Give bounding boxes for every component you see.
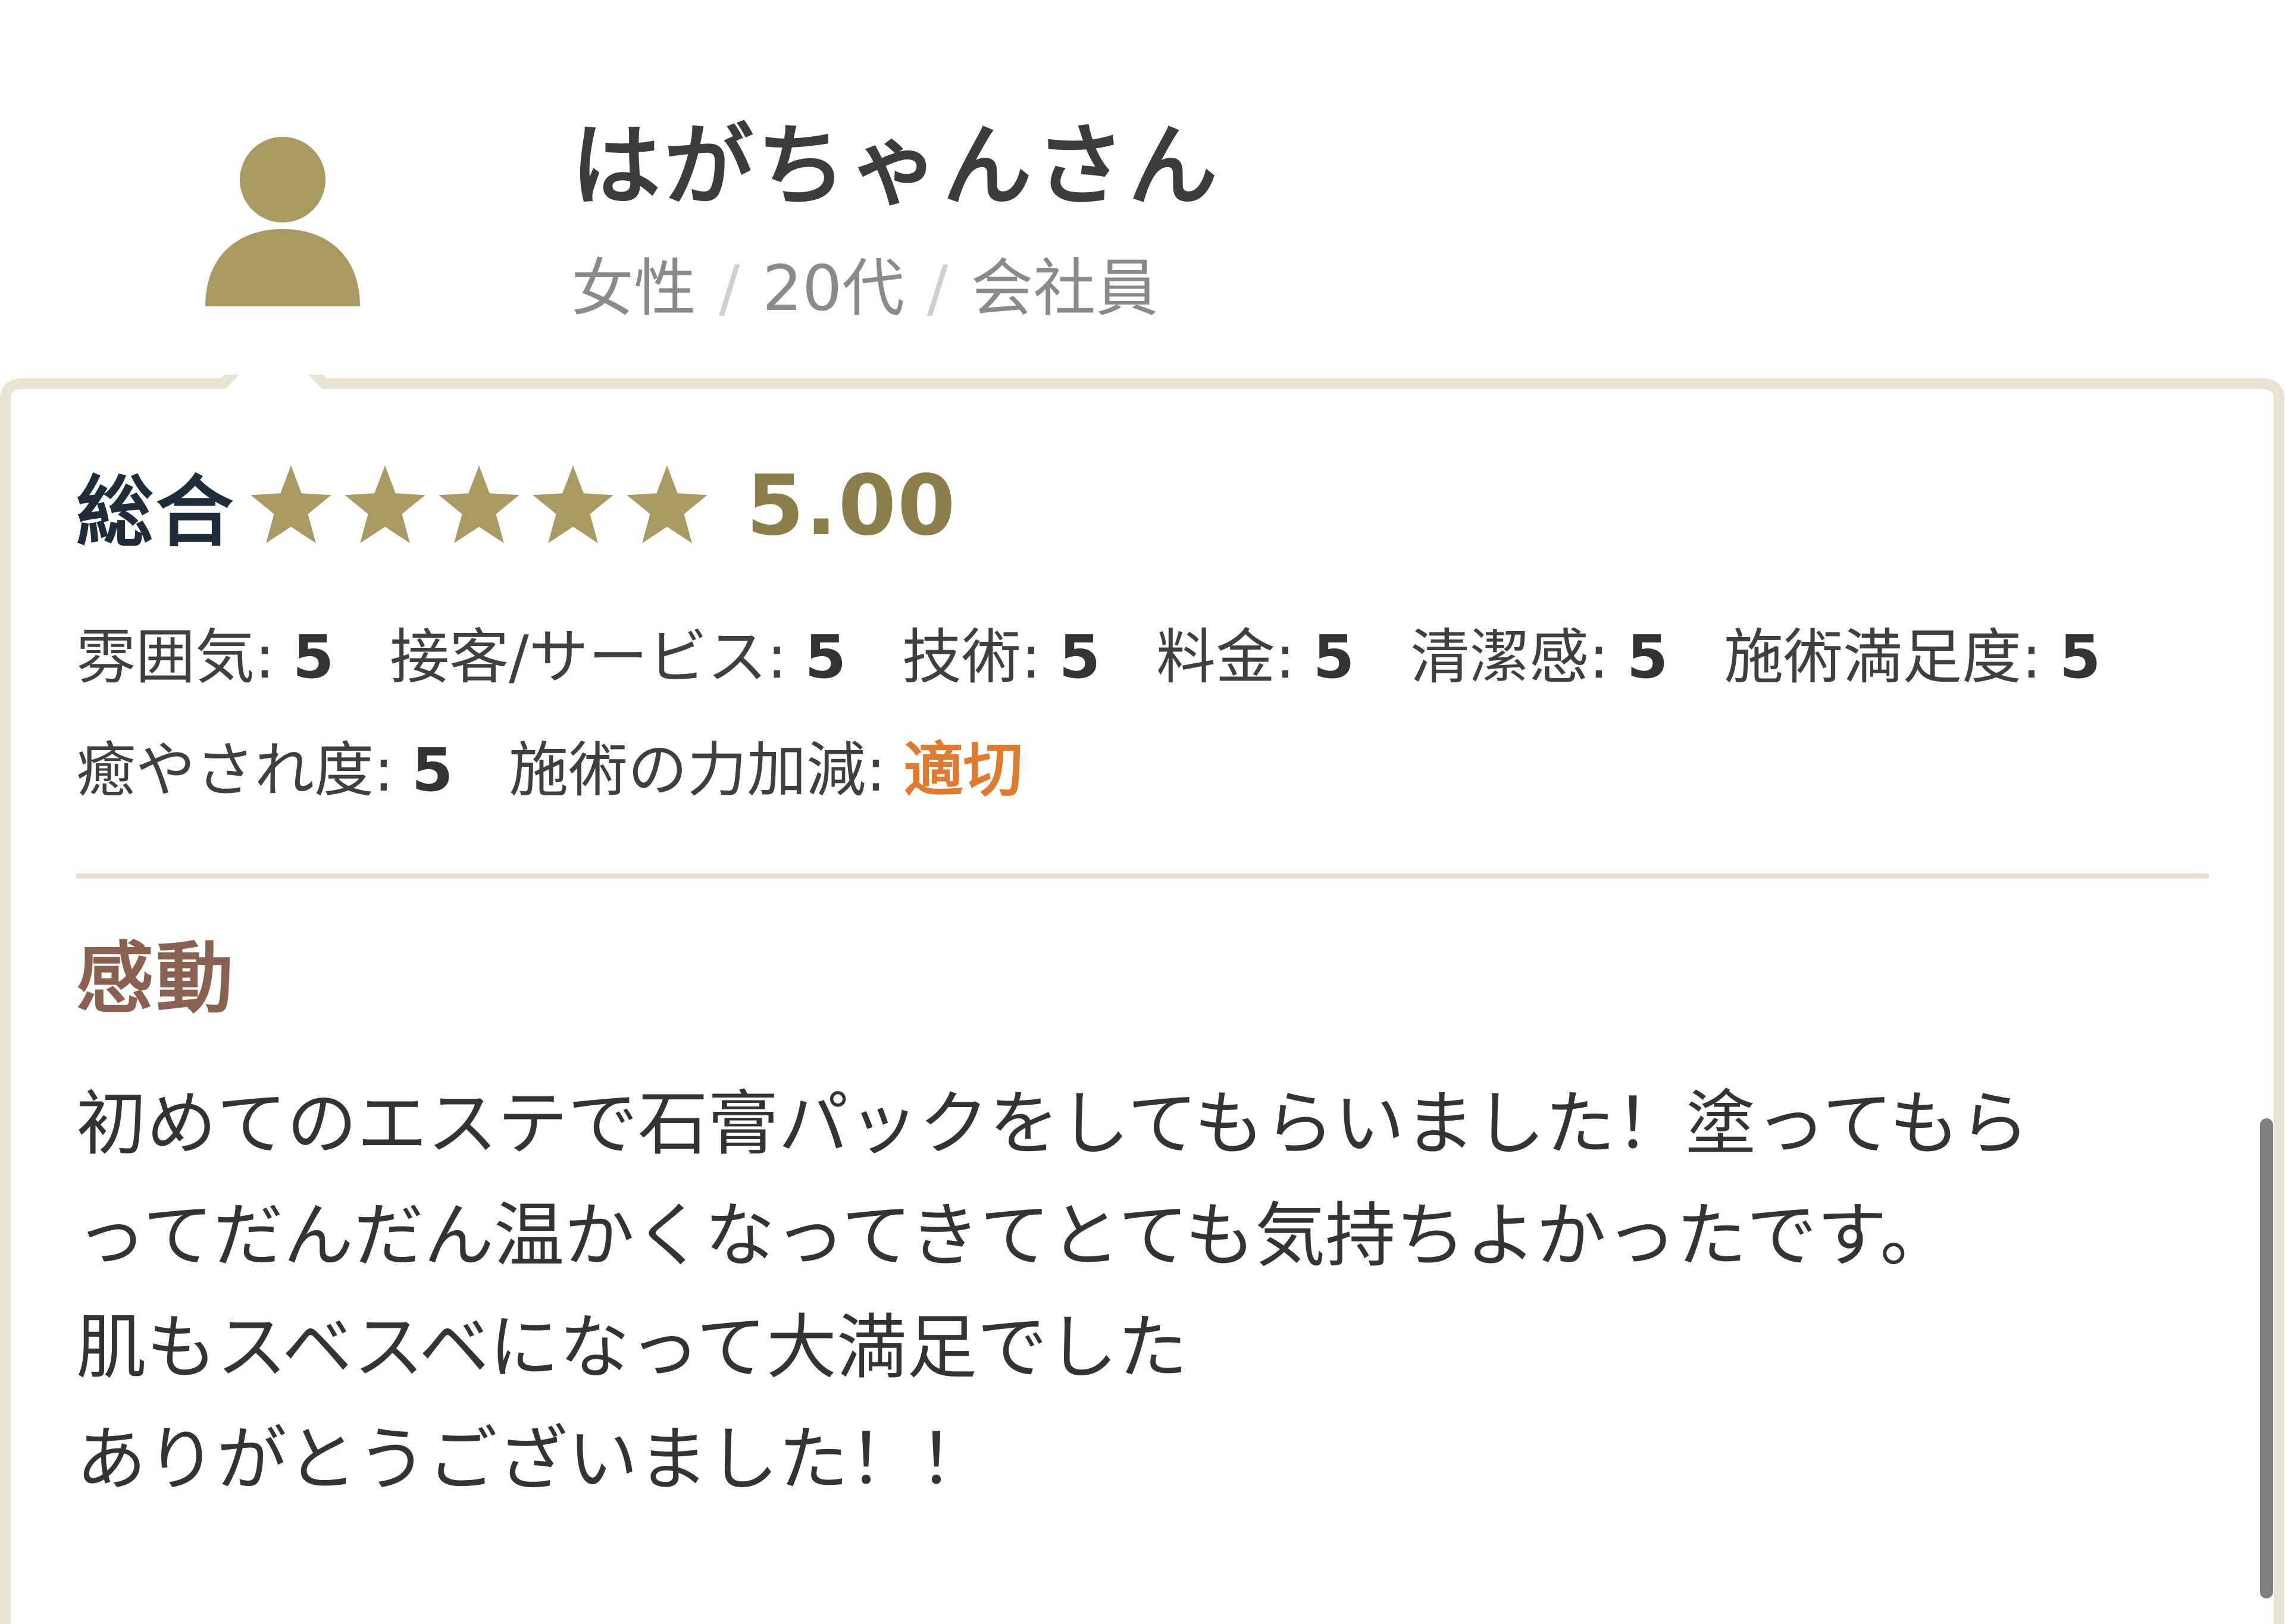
metric-value-pressure: 適切 xyxy=(903,735,1023,805)
reviewer-name: はがちゃんさん xyxy=(571,115,1222,218)
review-body-line: ありがとうございました！！ xyxy=(76,1418,990,1500)
review-body-line: ってだんだん温かくなってきてとても気持ちよかったです。 xyxy=(76,1195,1951,1277)
metric-label: 施術の力加減: xyxy=(509,735,886,805)
metric-label: 清潔感: xyxy=(1410,622,1609,692)
reviewer-gender: 女性 xyxy=(571,252,697,325)
metric-label: 料金: xyxy=(1156,622,1295,692)
star-icon xyxy=(627,465,708,543)
review-title: 感動 xyxy=(76,933,236,1024)
overall-score: 5.00 xyxy=(746,457,957,554)
meta-separator: / xyxy=(719,252,740,325)
metric-item: 施術満足度: 5 xyxy=(1724,601,2101,714)
metric-item: 接客/サービス: 5 xyxy=(390,601,846,714)
reviewer-occupation: 会社員 xyxy=(971,252,1159,325)
review-card: 総合 5.00 雰囲気: 5 接客/サービス: 5 技術: 5 料金: 5 清潔感: 5 … xyxy=(0,375,2285,1624)
scrollbar[interactable] xyxy=(2260,1118,2273,1598)
star-icon xyxy=(533,465,613,543)
reviewer-meta: 女性 / 20代 / 会社員 xyxy=(571,250,1158,327)
review-body: 初めてのエステで石膏パックをしてもらいました！塗ってもら ってだんだん温かくなっ… xyxy=(76,1068,2230,1515)
metric-item: 技術: 5 xyxy=(902,601,1100,714)
star-rating xyxy=(246,461,716,550)
metric-value: 5 xyxy=(411,735,453,805)
metric-item: 雰囲気: 5 xyxy=(76,601,334,714)
reviewer-age: 20代 xyxy=(762,252,905,325)
metric-item: 料金: 5 xyxy=(1156,601,1354,714)
divider xyxy=(76,873,2209,879)
overall-rating: 総合 5.00 xyxy=(76,455,957,558)
metric-label: 技術: xyxy=(902,622,1041,692)
metric-label: 施術満足度: xyxy=(1724,622,2042,692)
metric-value: 5 xyxy=(1626,622,1669,692)
overall-label: 総合 xyxy=(76,467,236,557)
metric-value: 5 xyxy=(292,622,334,692)
meta-separator: / xyxy=(927,252,949,325)
metric-label: 癒やされ度: xyxy=(76,735,394,805)
star-icon xyxy=(345,465,425,543)
metric-item: 癒やされ度: 5 xyxy=(76,714,453,827)
rating-breakdown: 雰囲気: 5 接客/サービス: 5 技術: 5 料金: 5 清潔感: 5 施術満足度: 5 … xyxy=(76,601,2230,827)
metric-label: 接客/サービス: xyxy=(390,622,787,692)
metric-item: 施術の力加減: 適切 xyxy=(509,714,1023,827)
metric-value: 5 xyxy=(2059,622,2101,692)
metric-item: 清潔感: 5 xyxy=(1410,601,1668,714)
metric-value: 5 xyxy=(1059,622,1101,692)
star-icon xyxy=(251,465,331,543)
star-icon xyxy=(439,465,519,543)
review-body-line: 初めてのエステで石膏パックをしてもらいました！塗ってもら xyxy=(76,1083,2030,1165)
review-body-line: 肌もスベスベになって大満足でした xyxy=(76,1306,1188,1388)
reviewer-avatar-icon xyxy=(205,137,360,309)
metric-label: 雰囲気: xyxy=(76,622,275,692)
metric-value: 5 xyxy=(1313,622,1355,692)
metric-value: 5 xyxy=(805,622,847,692)
